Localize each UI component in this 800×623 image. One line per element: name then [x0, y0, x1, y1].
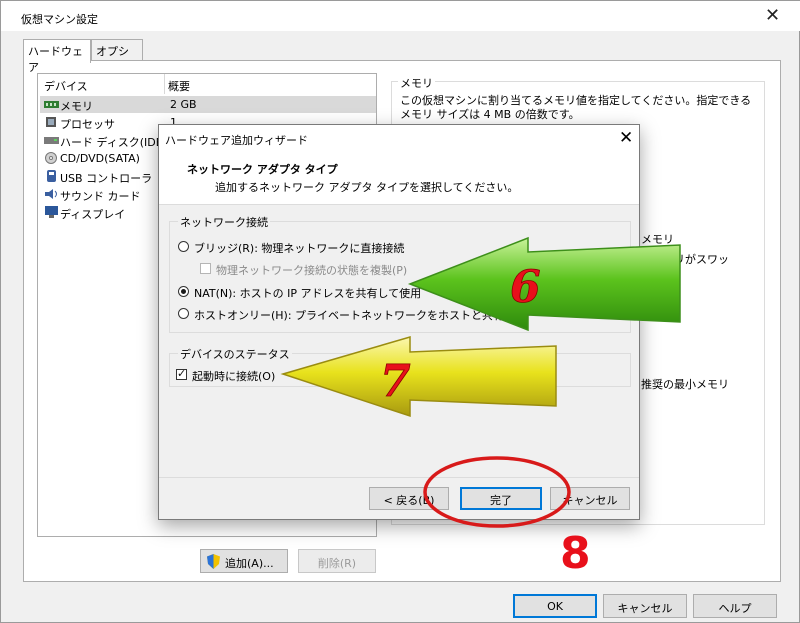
cancel-button[interactable]: キャンセル	[603, 594, 687, 618]
device-status-legend: デバイスのステータス	[178, 346, 292, 362]
radio-selected-icon	[178, 286, 189, 297]
window-close-icon[interactable]: ✕	[765, 5, 780, 26]
network-connection-legend: ネットワーク接続	[178, 214, 270, 230]
swap-warning-text: とメモリがスワッ	[641, 253, 729, 266]
memory-group-legend: メモリ	[398, 75, 435, 91]
device-name: USB コントローラ	[60, 172, 153, 185]
replicate-state-label: 物理ネットワーク接続の状態を複製(P)	[216, 264, 408, 277]
wizard-subheading: 追加するネットワーク アダプタ タイプを選択してください。	[215, 181, 519, 194]
hard-disk-icon	[44, 137, 59, 144]
column-separator	[164, 74, 165, 94]
swap-warning-text-2: ります。	[641, 268, 684, 281]
device-name: ディスプレイ	[60, 208, 126, 221]
wizard-separator	[159, 477, 639, 478]
tab-hardware[interactable]: ハードウェア	[23, 39, 91, 74]
device-status-group: デバイスのステータス 起動時に接続(O)	[169, 346, 631, 387]
finish-button[interactable]: 完了	[460, 487, 542, 510]
memory-description: この仮想マシンに割り当てるメモリ値を指定してください。指定できるメモリ サイズは…	[400, 94, 752, 121]
wizard-header: ネットワーク アダプタ タイプ 追加するネットワーク アダプタ タイプを選択して…	[159, 153, 639, 205]
add-hardware-wizard-dialog: ハードウェア追加ウィザード ✕ ネットワーク アダプタ タイプ 追加するネットワ…	[158, 124, 640, 520]
device-name: メモリ	[60, 100, 93, 113]
add-button[interactable]: 追加(A)...	[200, 549, 288, 573]
device-summary: 2 GB	[170, 98, 197, 111]
connect-on-boot-label: 起動時に接続(O)	[192, 370, 276, 383]
wizard-title: ハードウェア追加ウィザード	[165, 134, 308, 147]
bridged-label: ブリッジ(R): 物理ネットワークに直接接続	[194, 242, 405, 255]
back-button[interactable]: < 戻る(B)	[369, 487, 449, 510]
remove-button[interactable]: 削除(R)	[298, 549, 376, 573]
recommended-min-memory-label: 推奨の最小メモリ	[641, 378, 729, 391]
wizard-close-icon[interactable]: ✕	[619, 128, 633, 148]
checkbox-icon	[200, 263, 211, 274]
device-name: ハード ディスク(IDE)	[60, 136, 167, 149]
window-title: 仮想マシン設定	[21, 13, 98, 26]
network-connection-group: ネットワーク接続 ブリッジ(R): 物理ネットワークに直接接続 物理ネットワーク…	[169, 214, 631, 333]
processor-icon	[46, 117, 56, 127]
add-button-label: 追加(A)...	[225, 557, 274, 570]
host-only-label: ホストオンリー(H): プライベートネットワークをホストと共有	[194, 309, 505, 322]
nat-label: NAT(N): ホストの IP アドレスを共有して使用	[194, 287, 422, 300]
column-summary[interactable]: 概要	[168, 78, 190, 94]
radio-icon	[178, 241, 189, 252]
shield-icon	[207, 554, 220, 569]
device-row-memory[interactable]: メモリ 2 GB	[40, 96, 376, 113]
tab-options[interactable]: オプション	[91, 39, 143, 74]
column-device[interactable]: デバイス	[44, 78, 88, 94]
sound-card-icon	[45, 189, 57, 199]
memory-label: メモリ	[641, 233, 674, 246]
device-name: サウンド カード	[60, 190, 141, 203]
wizard-titlebar: ハードウェア追加ウィザード ✕	[159, 125, 639, 153]
device-list-header: デバイス 概要	[38, 74, 376, 94]
device-name: プロセッサ	[60, 118, 115, 131]
checkbox-checked-icon	[176, 367, 187, 380]
radio-icon	[178, 308, 189, 319]
usb-icon	[47, 170, 56, 182]
cd-dvd-icon	[45, 152, 57, 164]
memory-icon	[44, 101, 59, 108]
ok-button[interactable]: OK	[513, 594, 597, 618]
wizard-heading: ネットワーク アダプタ タイプ	[187, 163, 338, 176]
help-button[interactable]: ヘルプ	[693, 594, 777, 618]
wizard-cancel-button[interactable]: キャンセル	[550, 487, 630, 510]
device-name: CD/DVD(SATA)	[60, 152, 140, 165]
display-icon	[45, 206, 58, 218]
window-titlebar: 仮想マシン設定 ✕	[1, 1, 800, 31]
